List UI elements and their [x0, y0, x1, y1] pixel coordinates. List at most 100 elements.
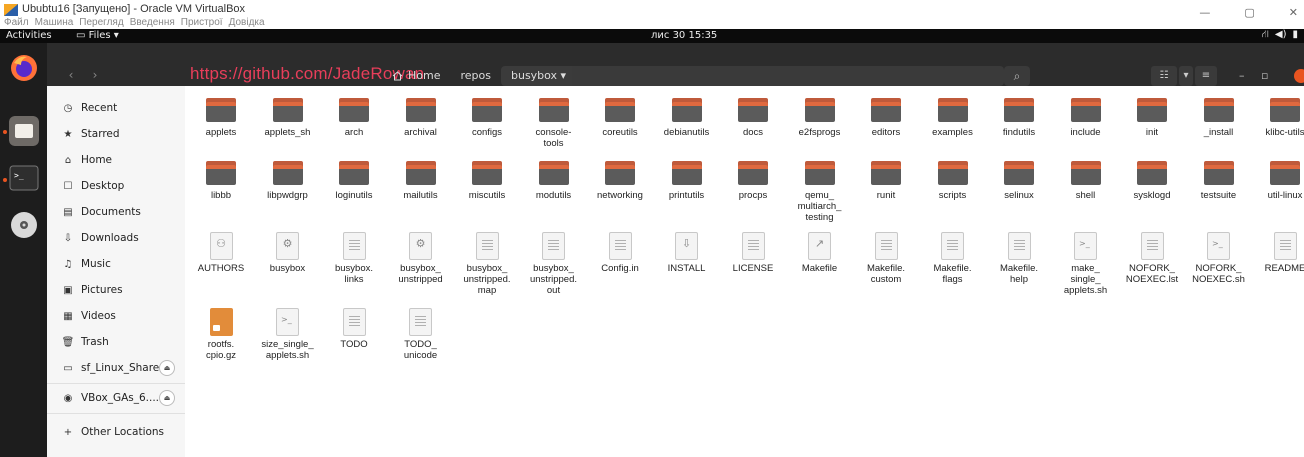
file-item[interactable]: networking [587, 161, 653, 201]
sidebar-item-downloads[interactable]: ⇩ Downloads [47, 225, 185, 251]
file-item[interactable]: LICENSE [720, 232, 786, 274]
vbox-menu-input[interactable]: Введення [130, 17, 175, 29]
firefox-icon[interactable] [9, 53, 39, 83]
crumb-repos[interactable]: repos [450, 66, 501, 86]
sidebar-item-pictures[interactable]: ▣ Pictures [47, 277, 185, 303]
file-item[interactable]: shell [1053, 161, 1119, 201]
sidebar-item-music[interactable]: ♫ Music [47, 251, 185, 277]
file-item[interactable]: findutils [986, 98, 1052, 138]
back-button[interactable]: ‹ [60, 66, 82, 84]
sidebar-item-sf-linux-shared[interactable]: ▭ sf_Linux_Shared ⏏ [47, 355, 185, 381]
file-item[interactable]: debianutils [654, 98, 720, 138]
terminal-icon[interactable]: >_ [9, 163, 39, 193]
maximize-icon[interactable]: ▢ [1244, 6, 1254, 19]
vbox-menu-machine[interactable]: Машина [35, 17, 74, 29]
files-app-icon[interactable] [9, 116, 39, 146]
file-item[interactable]: busybox_ unstripped. map [454, 232, 520, 296]
crumb-home[interactable]: Home [382, 66, 450, 86]
sidebar-item-recent[interactable]: ◷ Recent [47, 95, 185, 121]
sidebar-item-starred[interactable]: ★ Starred [47, 121, 185, 147]
file-item[interactable]: examples [920, 98, 986, 138]
file-item[interactable]: qemu_ multiarch_ testing [787, 161, 853, 223]
eject-icon[interactable]: ⏏ [159, 390, 175, 406]
file-item[interactable]: ↗ Makefile [787, 232, 853, 274]
file-item[interactable]: miscutils [454, 161, 520, 201]
sidebar-item-trash[interactable]: 🗑︎ Trash [47, 329, 185, 355]
file-item[interactable]: ⚙ busybox_ unstripped [388, 232, 454, 285]
file-item[interactable]: editors [853, 98, 919, 138]
file-item[interactable]: busybox. links [321, 232, 387, 285]
file-item[interactable]: applets [188, 98, 254, 138]
file-item[interactable]: ⚙ busybox [255, 232, 321, 274]
file-item[interactable]: procps [720, 161, 786, 201]
file-item[interactable]: ⇩ INSTALL [654, 232, 720, 274]
window-minimize-icon[interactable]: – [1239, 66, 1245, 86]
file-item[interactable]: >_ make_ single_ applets.sh [1053, 232, 1119, 296]
file-item[interactable]: Makefile. help [986, 232, 1052, 285]
system-tray[interactable]: ⛙ ◀) ▮ [1262, 29, 1298, 42]
file-item[interactable]: selinux [986, 161, 1052, 201]
view-list-button[interactable]: ☷ [1151, 66, 1177, 86]
file-item[interactable]: Makefile. custom [853, 232, 919, 285]
file-item[interactable]: init [1119, 98, 1185, 138]
minimize-icon[interactable]: — [1199, 6, 1210, 19]
file-item[interactable]: README [1252, 232, 1304, 274]
app-menu-files[interactable]: ▭ Files ▾ [76, 30, 119, 41]
vbox-menu-devices[interactable]: Пристрої [181, 17, 223, 29]
file-item[interactable]: ⚇ AUTHORS [188, 232, 254, 274]
file-item[interactable]: libpwdgrp [255, 161, 321, 201]
vbox-menu-file[interactable]: Файл [4, 17, 29, 29]
file-item[interactable]: docs [720, 98, 786, 138]
file-item[interactable]: Makefile. flags [920, 232, 986, 285]
window-maximize-icon[interactable]: ▫ [1261, 66, 1268, 86]
location-bar[interactable] [572, 66, 1004, 86]
file-item[interactable]: loginutils [321, 161, 387, 201]
clock[interactable]: лис 30 15:35 [651, 30, 717, 41]
file-item[interactable]: testsuite [1186, 161, 1252, 201]
file-item[interactable]: Config.in [587, 232, 653, 274]
file-item[interactable]: applets_sh [255, 98, 321, 138]
sidebar-item-videos[interactable]: ▦ Videos [47, 303, 185, 329]
eject-icon[interactable]: ⏏ [159, 360, 175, 376]
window-close-button[interactable] [1294, 69, 1304, 83]
file-item[interactable]: >_ size_single_ applets.sh [255, 308, 321, 361]
file-item[interactable]: modutils [521, 161, 587, 201]
file-item[interactable]: archival [388, 98, 454, 138]
file-item[interactable]: arch [321, 98, 387, 138]
file-item[interactable]: klibc-utils [1252, 98, 1304, 138]
file-item[interactable]: coreutils [587, 98, 653, 138]
view-options-button[interactable]: ▾ [1179, 66, 1193, 86]
file-item[interactable]: runit [853, 161, 919, 201]
file-item[interactable]: libbb [188, 161, 254, 201]
sidebar-item-documents[interactable]: ▤ Documents [47, 199, 185, 225]
menu-button[interactable]: ≡ [1195, 66, 1217, 86]
activities-button[interactable]: Activities [6, 30, 52, 41]
file-item[interactable]: _install [1186, 98, 1252, 138]
file-item[interactable]: sysklogd [1119, 161, 1185, 201]
crumb-busybox[interactable]: busybox ▾ [500, 66, 577, 86]
file-item[interactable]: e2fsprogs [787, 98, 853, 138]
file-item[interactable]: include [1053, 98, 1119, 138]
forward-button[interactable]: › [84, 66, 106, 84]
file-item[interactable]: scripts [920, 161, 986, 201]
file-item[interactable]: util-linux [1252, 161, 1304, 201]
sidebar-item-desktop[interactable]: ☐ Desktop [47, 173, 185, 199]
file-item[interactable]: NOFORK_ NOEXEC.lst [1119, 232, 1185, 285]
file-item[interactable]: rootfs. cpio.gz [188, 308, 254, 361]
file-item[interactable]: printutils [654, 161, 720, 201]
file-item[interactable]: >_ NOFORK_ NOEXEC.sh [1186, 232, 1252, 285]
file-item[interactable]: mailutils [388, 161, 454, 201]
close-icon[interactable]: ✕ [1289, 6, 1298, 19]
file-item[interactable]: configs [454, 98, 520, 138]
vbox-menu-view[interactable]: Перегляд [79, 17, 123, 29]
sidebar-item-home[interactable]: ⌂ Home [47, 147, 185, 173]
file-item[interactable]: TODO [321, 308, 387, 350]
sidebar-item-vbox-gas[interactable]: ◉ VBox_GAs_6.... ⏏ [47, 385, 185, 411]
search-button[interactable]: ⌕ [1004, 66, 1030, 86]
file-item[interactable]: busybox_ unstripped. out [521, 232, 587, 296]
file-item[interactable]: console-tools [521, 98, 587, 149]
optical-disc-icon[interactable] [9, 210, 39, 240]
sidebar-item-other-locations[interactable]: + Other Locations [47, 419, 185, 445]
vbox-menu-help[interactable]: Довідка [229, 17, 265, 29]
file-item[interactable]: TODO_ unicode [388, 308, 454, 361]
